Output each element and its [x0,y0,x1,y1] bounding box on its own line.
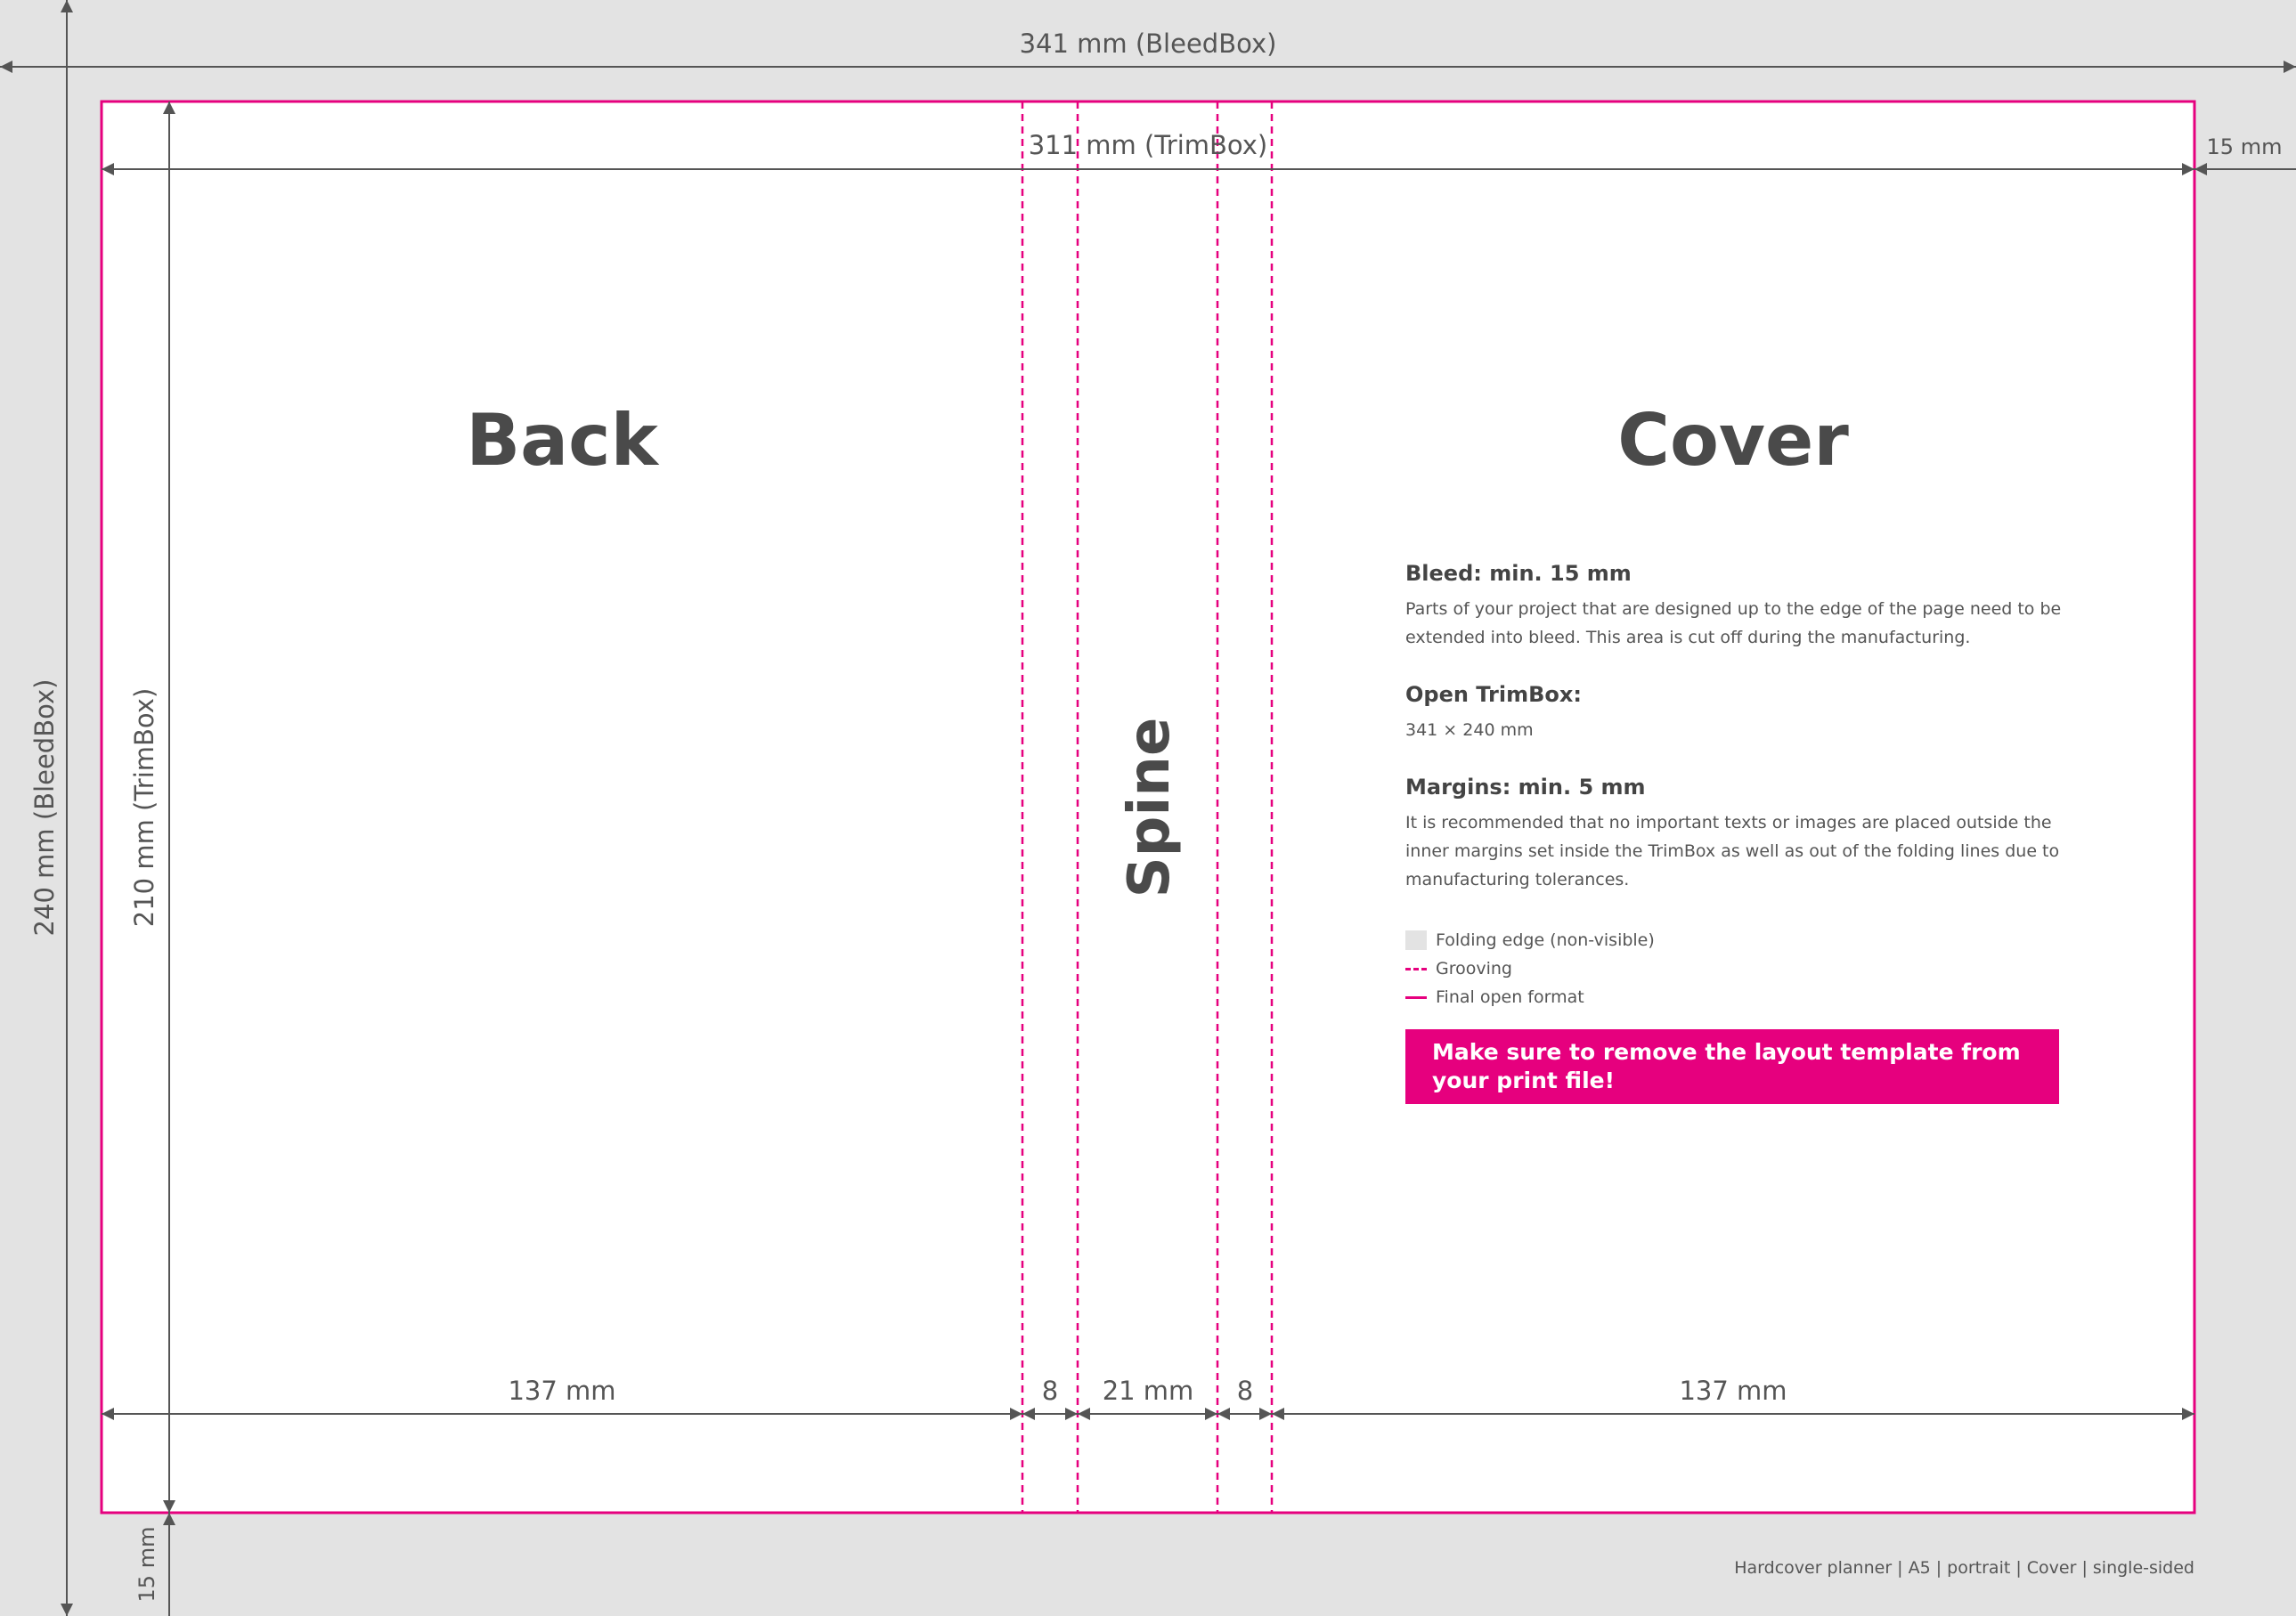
trimbox-value: 341 × 240 mm [1405,720,1534,740]
bleedbox-height-label: 240 mm (BleedBox) [29,679,60,937]
margins-heading: Margins: min. 5 mm [1405,775,1646,800]
back-title: Back [466,399,659,482]
groove-right-label: 8 [1237,1376,1253,1406]
trimbox-height-label: 210 mm (TrimBox) [129,688,159,928]
bleedbox-width-label: 341 mm (BleedBox) [1020,28,1277,59]
legend: Folding edge (non-visible) Grooving Fina… [1405,926,2064,1011]
footer-info: Hardcover planner | A5 | portrait | Cove… [1734,1558,2194,1578]
groove-left-label: 8 [1042,1376,1058,1406]
spine-width-label: 21 mm [1103,1376,1194,1406]
bleed-heading: Bleed: min. 15 mm [1405,561,1632,586]
hardcover-planner: 341 mm (BleedBox) 311 mm (TrimBox) 15 mm… [0,0,2296,1616]
folding-edge-swatch-icon [1405,930,1427,950]
legend-item-grooving: Grooving [1405,954,2064,983]
solid-line-icon [1405,995,1427,999]
bleed-bottom-label: 15 mm [134,1527,159,1603]
info-panel: Bleed: min. 15 mm Parts of your project … [1405,561,2064,1104]
bleed-description: Parts of your project that are designed … [1405,599,2062,647]
legend-label-folding-edge: Folding edge (non-visible) [1436,930,1655,950]
cover-width-label: 137 mm [1679,1376,1787,1406]
legend-item-folding-edge: Folding edge (non-visible) [1405,926,2064,954]
trimbox-heading: Open TrimBox: [1405,682,1582,707]
legend-label-final-format: Final open format [1436,987,1584,1007]
bleed-side-label: 15 mm [2207,134,2283,159]
trimbox-width-label: 311 mm (TrimBox) [1029,130,1268,160]
spine-title: Spine [1117,718,1183,898]
legend-label-grooving: Grooving [1436,959,1512,979]
margins-description: It is recommended that no important text… [1405,813,2060,889]
remove-template-warning: Make sure to remove the layout template … [1405,1029,2059,1104]
cover-title: Cover [1617,399,1849,482]
legend-item-final-format: Final open format [1405,983,2064,1011]
dashed-line-icon [1405,967,1427,970]
back-width-label: 137 mm [508,1376,615,1406]
